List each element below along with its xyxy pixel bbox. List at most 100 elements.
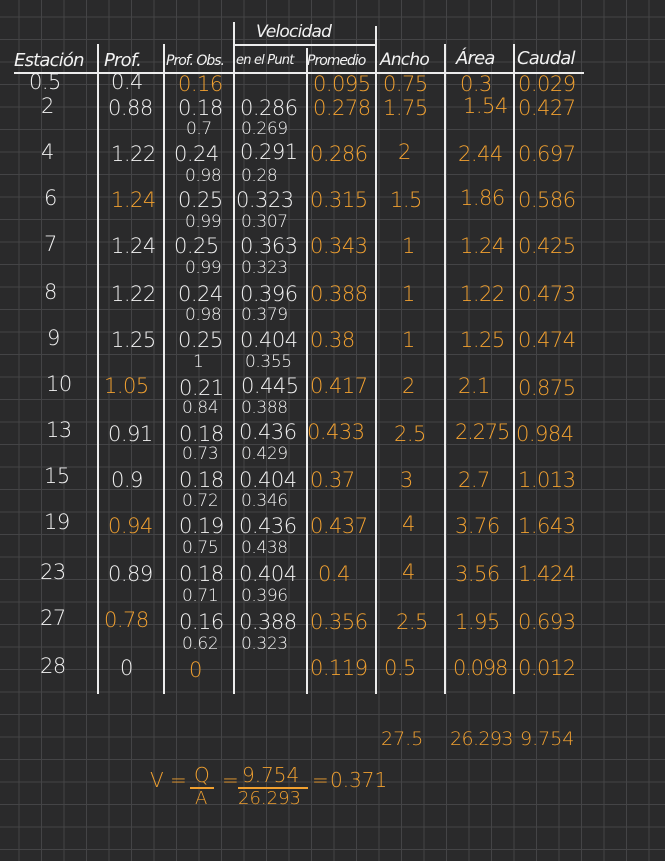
cell-estacion: 4 [41,140,54,164]
header-area: Área [456,48,495,69]
cell-promedio: 0.315 [310,188,368,212]
cell-sub-prof-obs: 0.62 [182,634,219,654]
cell-caudal: 0.586 [518,188,576,212]
cell-sub-prof-obs: 0.99 [185,212,222,232]
cell-prof: 0.4 [111,70,143,94]
formula-equals-3: = [312,768,329,792]
cell-velocidad: 0.436 [239,420,297,444]
cell-sub-velocidad: 0.346 [241,491,288,511]
cell-estacion: 19 [44,510,70,534]
header-top-rule [233,44,375,46]
cell-sub-prof-obs: 0.84 [182,398,219,418]
header-ancho: Ancho [380,50,430,70]
cell-estacion: 10 [46,372,72,396]
total-area: 26.293 [450,728,513,750]
header-prof: Prof. [104,50,142,71]
cell-ancho: 2.5 [396,610,428,634]
cell-area: 0.098 [453,656,508,680]
cell-estacion: 7 [44,232,57,256]
column-divider-5 [375,26,377,694]
cell-sub-velocidad: 0.388 [241,398,288,418]
cell-estacion: 13 [46,418,72,442]
cell-promedio: 0.417 [310,374,368,398]
cell-sub-prof-obs: 0.71 [182,586,219,606]
cell-prof-obs: 0.16 [179,610,224,634]
cell-promedio: 0.4 [318,562,350,586]
cell-sub-prof-obs: 0.99 [185,258,222,278]
cell-sub-prof-obs: 0.7 [186,119,212,139]
cell-ancho: 2 [398,140,411,164]
cell-estacion: 15 [44,464,70,488]
cell-area: 2.44 [458,142,503,166]
cell-sub-velocidad: 0.438 [241,538,288,558]
cell-velocidad: 0.291 [240,140,298,164]
cell-caudal: 0.012 [518,656,576,680]
cell-area: 3.56 [455,562,500,586]
cell-ancho: 0.5 [384,656,416,680]
cell-prof-obs: 0.21 [179,376,224,400]
cell-promedio: 0.37 [310,468,355,492]
formula-equals-1: = [170,768,187,792]
cell-ancho: 0.75 [383,72,428,96]
cell-prof-obs: 0.18 [178,96,223,120]
cell-area: 2.7 [458,468,490,492]
cell-sub-velocidad: 0.323 [241,634,288,654]
cell-prof: 1.24 [111,234,156,258]
cell-sub-prof-obs: 1 [193,352,204,372]
cell-area: 2.275 [455,420,510,444]
cell-sub-velocidad: 0.379 [241,305,288,325]
cell-prof: 1.22 [111,142,156,166]
cell-promedio: 0.388 [310,282,368,306]
cell-prof-obs: 0.25 [174,234,219,258]
formula-a-value: 26.293 [238,788,301,809]
cell-ancho: 2 [402,374,415,398]
cell-promedio: 0.356 [310,610,368,634]
column-divider-7 [513,44,515,694]
cell-area: 1.86 [460,186,505,210]
cell-estacion: 9 [47,326,60,350]
cell-area: 1.54 [463,94,508,118]
cell-velocidad: 0.404 [240,328,298,352]
cell-estacion: 0.5 [29,70,61,94]
formula-v: V [150,768,164,792]
formula-q-value: 9.754 [242,763,300,787]
cell-prof: 0 [120,656,133,680]
cell-prof: 1.22 [111,282,156,306]
cell-ancho: 3 [400,468,413,492]
cell-area: 0.3 [460,72,492,96]
cell-ancho: 1 [402,282,415,306]
cell-prof-obs: 0.18 [179,562,224,586]
cell-velocidad: 0.445 [241,374,299,398]
formula-q-symbol: Q [194,763,210,787]
cell-prof: 1.24 [111,188,156,212]
cell-sub-velocidad: 0.396 [241,586,288,606]
cell-caudal: 0.427 [518,96,576,120]
cell-caudal: 0.697 [518,142,576,166]
cell-sub-velocidad: 0.28 [241,166,278,186]
cell-sub-velocidad: 0.269 [241,119,288,139]
cell-sub-prof-obs: 0.72 [182,491,219,511]
cell-prof: 0.9 [111,468,143,492]
header-group-velocidad: Velocidad [256,22,332,42]
column-divider-1 [97,44,99,694]
cell-ancho: 1 [402,234,415,258]
cell-velocidad: 0.286 [240,96,298,120]
cell-area: 1.24 [460,234,505,258]
formula-equals-2: = [222,768,239,792]
cell-estacion: 8 [44,280,57,304]
formula-result: 0.371 [330,768,388,792]
cell-sub-prof-obs: 0.75 [182,538,219,558]
cell-prof-obs: 0.19 [179,514,224,538]
notebook-sheet: Velocidad Estación Prof. Prof. Obs. en e… [0,0,665,861]
cell-promedio: 0.278 [313,96,371,120]
cell-sub-prof-obs: 0.98 [185,305,222,325]
cell-prof: 0.88 [108,96,153,120]
header-estacion: Estación [14,50,85,71]
cell-velocidad: 0.396 [240,282,298,306]
cell-caudal: 0.425 [518,234,576,258]
cell-ancho: 1.75 [383,96,428,120]
cell-ancho: 1 [402,328,415,352]
cell-promedio: 0.095 [313,72,371,96]
cell-ancho: 2.5 [394,422,426,446]
cell-sub-velocidad: 0.323 [241,258,288,278]
